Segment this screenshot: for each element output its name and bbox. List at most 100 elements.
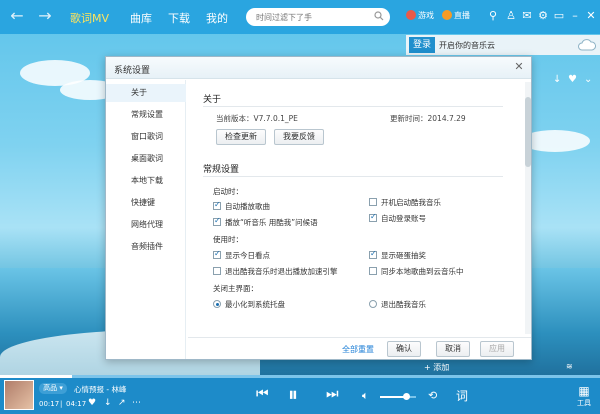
- dialog-title-bar: 系统设置 ✕: [106, 57, 531, 79]
- checkbox-unchecked: [369, 198, 377, 206]
- settings-gear-icon[interactable]: ⚙: [536, 9, 550, 23]
- option-label: 同步本地歌曲到云音乐中: [381, 267, 464, 276]
- more-icon[interactable]: ⋯: [132, 398, 141, 408]
- share-icon[interactable]: ↗: [118, 398, 126, 408]
- search-input[interactable]: [246, 8, 366, 26]
- volume-knob[interactable]: [403, 393, 410, 400]
- forward-arrow-icon[interactable]: →: [36, 7, 54, 25]
- option-label: 开机启动酷我音乐: [381, 198, 441, 207]
- minimize-tray-radio[interactable]: 最小化到系统托盘: [213, 299, 285, 310]
- lottery-checkbox[interactable]: 显示砸蛋抽奖: [369, 249, 426, 261]
- sidebar-item-general[interactable]: 常规设置: [106, 106, 186, 124]
- top-bar: ← → 歌词MV 曲库 下载 我的 游戏 直播 ⚲ ♙ ✉ ⚙ ▭ – ✕: [0, 0, 600, 34]
- tab-mine[interactable]: 我的: [206, 10, 228, 26]
- quality-dropdown[interactable]: 高品 ▾: [39, 383, 67, 394]
- add-label: 添加: [433, 363, 450, 372]
- game-icon: [406, 10, 416, 20]
- close-main-label: 关闭主界面：: [213, 284, 258, 293]
- lyrics-icon[interactable]: 词: [456, 387, 468, 404]
- cloud-prompt: 开启你的音乐云: [439, 41, 495, 50]
- download-icon[interactable]: ↓: [553, 74, 561, 85]
- volume-icon[interactable]: 🔈︎: [362, 389, 369, 403]
- feedback-button[interactable]: 我要反馈: [274, 129, 324, 145]
- sidebar-item-proxy[interactable]: 网络代理: [106, 216, 186, 234]
- add-button[interactable]: + 添加: [424, 362, 449, 373]
- exit-app-radio[interactable]: 退出酷我音乐: [369, 299, 426, 310]
- checkbox-checked: [213, 249, 221, 259]
- sidebar-item-local-download[interactable]: 本地下载: [106, 172, 186, 190]
- auto-login-checkbox[interactable]: 自动登录账号: [369, 212, 426, 224]
- back-arrow-icon[interactable]: ←: [8, 7, 26, 25]
- exit-engine-checkbox[interactable]: 退出酷我音乐时退出播放加速引擎: [213, 266, 338, 277]
- download-icon[interactable]: ↓: [104, 398, 112, 408]
- divider: [203, 106, 503, 107]
- about-heading: 关于: [203, 95, 222, 105]
- tools-button[interactable]: ▦ 工具: [570, 384, 598, 412]
- time-separator: |: [60, 400, 63, 408]
- cancel-button[interactable]: 取消: [436, 341, 470, 357]
- check-update-button[interactable]: 检查更新: [216, 129, 266, 145]
- game-link[interactable]: 游戏: [406, 10, 434, 21]
- pause-icon[interactable]: ⏸: [288, 382, 298, 406]
- option-label: 显示砸蛋抽奖: [381, 251, 426, 260]
- tab-library[interactable]: 曲库: [130, 10, 152, 26]
- search-icon[interactable]: [374, 11, 384, 21]
- quality-label: 高品: [43, 384, 58, 392]
- game-label: 游戏: [418, 11, 434, 20]
- greeting-checkbox[interactable]: 播放“听音乐 用酷我”问候语: [213, 216, 318, 228]
- autoplay-checkbox[interactable]: 自动播放歌曲: [213, 200, 270, 212]
- sidebar-item-about[interactable]: 关于: [106, 84, 186, 102]
- mini-mode-icon[interactable]: ▭: [552, 9, 566, 23]
- tab-lyrics-mv[interactable]: 歌词MV: [70, 10, 109, 26]
- option-label: 最小化到系统托盘: [225, 300, 285, 309]
- live-icon: [442, 10, 452, 20]
- heart-icon[interactable]: ♥: [88, 398, 96, 408]
- loop-icon[interactable]: ⟲: [428, 389, 437, 402]
- network-icon[interactable]: ⚲: [486, 9, 500, 23]
- close-icon[interactable]: ✕: [584, 9, 598, 23]
- radio-unselected: [369, 300, 377, 308]
- search-box: [246, 8, 390, 26]
- duration-time: 04:17: [66, 400, 87, 408]
- minimize-icon[interactable]: –: [568, 9, 582, 23]
- apply-button[interactable]: 应用: [480, 341, 514, 357]
- song-title[interactable]: 心情预报 - 林峰: [74, 384, 126, 395]
- option-label: 退出酷我音乐时退出播放加速引擎: [225, 267, 338, 276]
- sidebar-item-hotkeys[interactable]: 快捷键: [106, 194, 186, 212]
- chevron-down-icon[interactable]: ⌄: [584, 74, 592, 85]
- radio-selected: [213, 300, 221, 308]
- live-link[interactable]: 直播: [442, 10, 470, 21]
- option-label: 退出酷我音乐: [381, 300, 426, 309]
- sync-cloud-checkbox[interactable]: 同步本地歌曲到云音乐中: [369, 266, 464, 277]
- startup-checkbox[interactable]: 开机启动酷我音乐: [369, 197, 441, 208]
- skin-shirt-icon[interactable]: ♙: [504, 9, 518, 23]
- tab-download[interactable]: 下载: [168, 10, 190, 26]
- checkbox-checked: [213, 216, 221, 226]
- cloud-icon[interactable]: [578, 38, 596, 52]
- ok-button[interactable]: 确认: [387, 341, 421, 357]
- login-button[interactable]: 登录: [409, 37, 435, 53]
- update-time-text: 更新时间：2014.7.29: [390, 114, 466, 123]
- checkbox-unchecked: [369, 267, 377, 275]
- tools-label: 工具: [577, 399, 591, 407]
- grid-icon: ▦: [578, 384, 590, 398]
- next-icon[interactable]: ⏭: [326, 386, 339, 402]
- live-label: 直播: [454, 11, 470, 20]
- today-highlights-checkbox[interactable]: 显示今日看点: [213, 249, 270, 261]
- settings-sidebar: 关于 常规设置 窗口歌词 桌面歌词 本地下载 快捷键 网络代理 音频插件: [106, 80, 186, 359]
- sidebar-item-desktop-lyrics[interactable]: 桌面歌词: [106, 150, 186, 168]
- heart-icon[interactable]: ♥: [568, 74, 577, 85]
- album-cover[interactable]: [4, 380, 34, 410]
- on-start-label: 启动时：: [213, 187, 243, 196]
- previous-icon[interactable]: ⏮: [256, 386, 269, 402]
- sidebar-item-window-lyrics[interactable]: 窗口歌词: [106, 128, 186, 146]
- message-icon[interactable]: ✉: [520, 9, 534, 23]
- login-bar: [406, 35, 600, 55]
- dolphin-icon[interactable]: ≋: [566, 362, 573, 371]
- sidebar-item-audio-plugin[interactable]: 音频插件: [106, 238, 186, 256]
- reset-all-link[interactable]: 全部重置: [342, 344, 374, 355]
- checkbox-checked: [369, 249, 377, 259]
- close-icon[interactable]: ✕: [513, 61, 525, 73]
- scrollbar-thumb[interactable]: [525, 97, 531, 167]
- checkbox-checked: [213, 200, 221, 210]
